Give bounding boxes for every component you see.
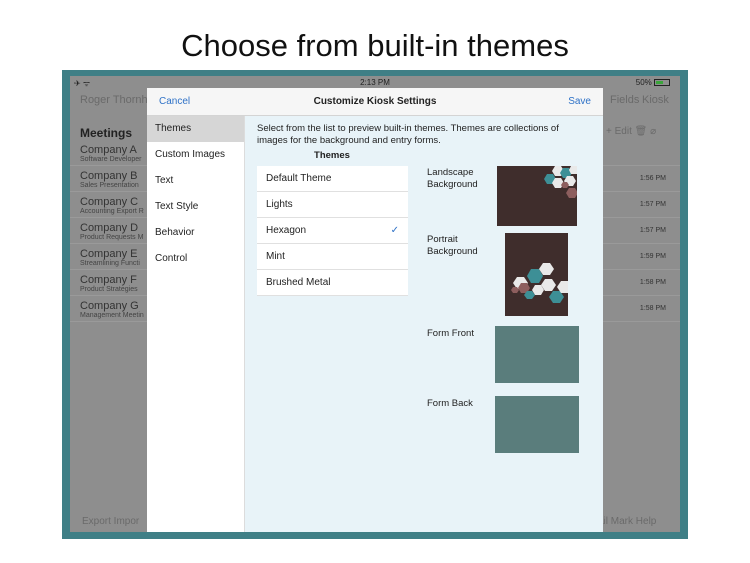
- bg-row-name: Company F: [80, 274, 137, 286]
- app-screen: ✈ ᯤ 2:13 PM 50% Roger Thornh Fields Kios…: [70, 76, 680, 532]
- bg-row-name: Company G: [80, 300, 139, 312]
- bg-row-time: 1:57 PM: [639, 201, 666, 208]
- theme-option-label: Hexagon: [266, 225, 307, 236]
- bg-row-name: Company A: [80, 144, 137, 156]
- bg-row-sub: Sales Presentation: [80, 182, 139, 189]
- form-front-preview[interactable]: [495, 326, 579, 383]
- theme-option-mint[interactable]: Mint: [257, 244, 408, 270]
- sidebar-item-control[interactable]: Control: [147, 246, 244, 272]
- battery-icon: [654, 79, 670, 87]
- status-time: 2:13 PM: [360, 78, 390, 87]
- sidebar-item-behavior[interactable]: Behavior: [147, 220, 244, 246]
- bg-edit-label: Edit: [614, 126, 632, 137]
- theme-list: Default Theme Lights Hexagon ✓ Mint Brush…: [257, 166, 408, 296]
- theme-option-default[interactable]: Default Theme: [257, 166, 408, 192]
- bg-row-sub: Management Meetin: [80, 312, 144, 319]
- bg-row-time: 1:58 PM: [639, 305, 666, 312]
- bg-row-name: Company D: [80, 222, 139, 234]
- bg-list-title: Meetings: [80, 126, 133, 140]
- landscape-background-preview[interactable]: [497, 166, 577, 226]
- bg-user-name: Roger Thornh: [80, 94, 148, 106]
- modal-header: Cancel Customize Kiosk Settings Save: [147, 88, 603, 116]
- bg-row-time: 1:59 PM: [639, 253, 666, 260]
- sidebar-item-themes[interactable]: Themes: [147, 116, 244, 142]
- form-back-preview[interactable]: [495, 396, 579, 453]
- customize-kiosk-modal: Cancel Customize Kiosk Settings Save The…: [147, 88, 603, 532]
- sidebar-item-custom-images[interactable]: Custom Images: [147, 142, 244, 168]
- bg-row-name: Company C: [80, 196, 139, 208]
- bg-row-name: Company B: [80, 170, 138, 182]
- save-button[interactable]: Save: [568, 96, 591, 107]
- bg-bottom-right-toolbar: ail Mark Help: [598, 516, 657, 527]
- theme-option-lights[interactable]: Lights: [257, 192, 408, 218]
- portrait-background-label: Portrait Background: [427, 234, 478, 257]
- bg-row-time: 1:56 PM: [639, 175, 666, 182]
- theme-option-label: Brushed Metal: [266, 277, 331, 288]
- bg-row-name: Company E: [80, 248, 138, 260]
- hexagon-pattern-icon: [505, 233, 568, 316]
- bg-bottom-left-toolbar: Export Impor: [82, 516, 140, 527]
- checkmark-icon: ✓: [390, 225, 399, 236]
- hexagon-pattern-icon: [497, 166, 577, 226]
- modal-title: Customize Kiosk Settings: [313, 96, 437, 107]
- theme-option-label: Lights: [266, 199, 293, 210]
- bg-row-sub: Software Developer: [80, 156, 142, 163]
- form-back-label: Form Back: [427, 398, 473, 409]
- ipad-frame: ✈ ᯤ 2:13 PM 50% Roger Thornh Fields Kios…: [62, 70, 688, 539]
- bg-edit-button: + Edit 🗑 ⌀: [606, 126, 657, 137]
- bg-row-sub: Product Requests M: [80, 234, 144, 241]
- themes-list-header: Themes: [314, 150, 350, 161]
- settings-sidebar: Themes Custom Images Text Text Style Beh…: [147, 116, 245, 532]
- theme-option-brushed-metal[interactable]: Brushed Metal: [257, 270, 408, 296]
- sidebar-item-text-style[interactable]: Text Style: [147, 194, 244, 220]
- bg-kiosk-button: Kiosk: [642, 94, 669, 106]
- portrait-background-preview[interactable]: [505, 233, 568, 316]
- theme-option-label: Mint: [266, 251, 285, 262]
- form-front-label: Form Front: [427, 328, 474, 339]
- bg-fields-button: Fields: [610, 94, 640, 106]
- theme-option-label: Default Theme: [266, 173, 332, 184]
- bg-row-time: 1:57 PM: [639, 227, 666, 234]
- theme-option-hexagon[interactable]: Hexagon ✓: [257, 218, 408, 244]
- headline: Choose from built-in themes: [181, 28, 569, 63]
- bg-row-sub: Streamlining Functi: [80, 260, 140, 267]
- battery-percent: 50%: [635, 78, 652, 87]
- bg-row-sub: Accounting Export R: [80, 208, 144, 215]
- themes-panel: Select from the list to preview built-in…: [245, 116, 603, 532]
- landscape-background-label: Landscape Background: [427, 167, 478, 190]
- themes-description: Select from the list to preview built-in…: [257, 123, 559, 146]
- bg-row-time: 1:58 PM: [639, 279, 666, 286]
- sidebar-item-text[interactable]: Text: [147, 168, 244, 194]
- battery-indicator: 50%: [636, 78, 670, 87]
- bg-row-sub: Product Strategies: [80, 286, 138, 293]
